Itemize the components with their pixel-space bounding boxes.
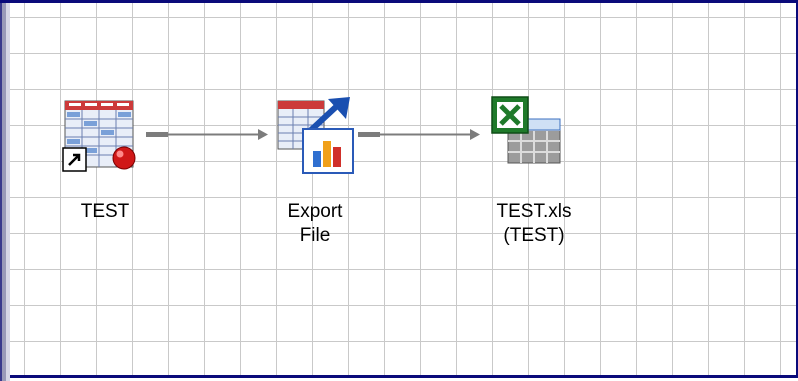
connector-test-to-export[interactable]: [146, 129, 268, 140]
process-flow-canvas[interactable]: TEST Export File TEST.xls (TEST): [0, 0, 798, 381]
excel-file-icon: [491, 96, 561, 164]
connector-export-to-xls[interactable]: [358, 129, 480, 140]
node-label-export-line1: Export: [287, 201, 343, 222]
node-label-xls-line2: (TEST): [503, 225, 565, 246]
node-label-xls-line1: TEST.xls: [496, 201, 572, 222]
node-label-export-line2: File: [299, 225, 331, 246]
table-shortcut-icon: [62, 100, 136, 172]
export-file-icon: [277, 97, 354, 174]
node-label-test: TEST: [80, 201, 130, 222]
flow-connectors: [146, 129, 480, 140]
